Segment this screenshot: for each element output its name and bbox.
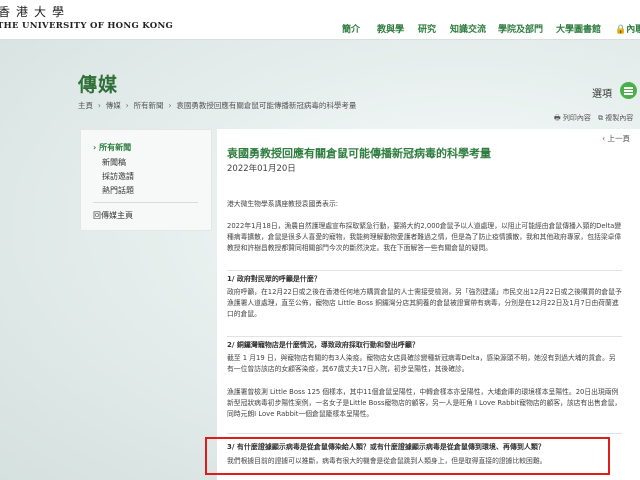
main-nav: 簡介 教與學 研究 知識交流 學院及部門 大學圖書館 🔒內聯 xyxy=(0,22,640,36)
article-intro: 港大微生物學系講座教授袁國勇表示: xyxy=(227,200,339,208)
breadcrumb-current: 袁國勇教授回應有關倉鼠可能傳播新冠病毒的科學考量 xyxy=(176,101,357,110)
sidebar: › 所有新聞 新聞稿 採訪邀請 熱門話題 回傳媒主頁 xyxy=(80,129,212,231)
back-to-media-link[interactable]: 回傳媒主頁 xyxy=(93,210,133,221)
nav-item-intranet-label: 內聯 xyxy=(626,25,640,35)
answer-paragraph: 漁護署曾檢測 Little Boss 125 個樣本，其中11個倉鼠呈陽性，中轉… xyxy=(227,388,622,418)
nav-item-knowledge-exchange[interactable]: 知識交流 xyxy=(450,22,486,35)
nav-item-library[interactable]: 大學圖書館 xyxy=(556,22,601,35)
question-heading: 1/ 政府對民眾的呼籲是什麼？ xyxy=(227,275,321,283)
article-panel: ‹ 上一頁 袁國勇教授回應有關倉鼠可能傳播新冠病毒的科學考量 2022年01月2… xyxy=(217,129,640,480)
article-title: 袁國勇教授回應有關倉鼠可能傳播新冠病毒的科學考量 xyxy=(227,147,491,160)
sidebar-item-media-invitation[interactable]: 採訪邀請 xyxy=(102,171,134,182)
copy-icon: ⧉ xyxy=(598,114,603,122)
nav-item-faculties[interactable]: 學院及部門 xyxy=(498,22,543,35)
chevron-left-icon: ‹ xyxy=(602,134,606,143)
highlight-box xyxy=(205,437,610,475)
question-heading: 2/ 銅鑼灣寵物店是什麼情況，導致政府採取行動和發出呼籲？ xyxy=(227,341,419,349)
breadcrumb-all-news[interactable]: 所有新聞 xyxy=(134,101,164,110)
chevron-right-icon: › xyxy=(168,101,172,110)
print-icon: 🖶 xyxy=(554,114,561,122)
breadcrumb-media[interactable]: 傳媒 xyxy=(106,101,121,110)
section-divider xyxy=(227,336,622,337)
nav-item-intranet[interactable]: 🔒內聯 xyxy=(615,22,640,35)
breadcrumb: 主頁 › 傳媒 › 所有新聞 › 袁國勇教授回應有關倉鼠可能傳播新冠病毒的科學考… xyxy=(78,100,356,111)
print-button[interactable]: 🖶 列印內容 xyxy=(554,113,591,125)
nav-item-research[interactable]: 研究 xyxy=(418,22,436,35)
sidebar-divider xyxy=(93,202,198,203)
sidebar-item-all-news[interactable]: › 所有新聞 xyxy=(93,142,131,153)
sidebar-item-press-release[interactable]: 新聞稿 xyxy=(102,157,126,168)
breadcrumb-home[interactable]: 主頁 xyxy=(78,101,93,110)
menu-icon[interactable] xyxy=(620,82,637,99)
options-label[interactable]: 選項 xyxy=(592,85,612,100)
nav-item-teaching[interactable]: 教與學 xyxy=(377,22,404,35)
copy-label: 複製內容 xyxy=(605,114,634,122)
answer-paragraph: 截至 1 月19 日，與寵物店有關的有3人染疫。寵物店女店員確診變種新冠病毒De… xyxy=(227,354,616,373)
page-title: 傳媒 xyxy=(78,74,119,96)
top-header: 香港大學 THE UNIVERSITY OF HONG KONG 簡介 教與學 … xyxy=(0,0,640,40)
back-link[interactable]: ‹ 上一頁 xyxy=(602,133,630,144)
copy-button[interactable]: ⧉ 複製內容 xyxy=(598,113,633,123)
nav-item-intro[interactable]: 簡介 xyxy=(342,22,360,35)
answer-paragraph: 政府呼籲，在12月22日或之後在香港任何地方購買倉鼠的人士需接受檢測，另「強烈建… xyxy=(227,288,622,318)
chevron-right-icon: › xyxy=(125,101,129,110)
university-logo-chinese[interactable]: 香港大學 xyxy=(0,3,70,20)
sidebar-item-hot-topics[interactable]: 熱門話題 xyxy=(102,185,134,196)
section-divider xyxy=(227,270,622,271)
chevron-right-icon: › xyxy=(93,143,97,152)
back-label: 上一頁 xyxy=(607,134,631,143)
lock-icon: 🔒 xyxy=(615,25,627,35)
sidebar-item-label: 所有新聞 xyxy=(99,143,132,152)
section-divider xyxy=(227,433,622,434)
print-label: 列印內容 xyxy=(562,114,591,122)
article-date: 2022年01月20日 xyxy=(227,164,296,174)
chevron-right-icon: › xyxy=(97,101,101,110)
article-paragraph: 2022年1月18日，漁農自然護理處宣布採取緊急行動，要將大約2,000倉鼠予以… xyxy=(227,222,622,252)
